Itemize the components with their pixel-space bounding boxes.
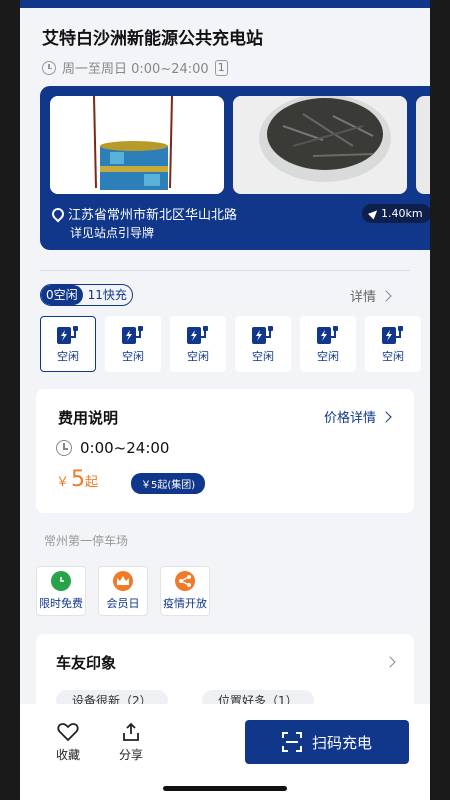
feature-label: 限时免费 xyxy=(39,597,83,610)
charger-item[interactable]: 空闲 xyxy=(170,316,226,372)
app-screen: 艾特白沙洲新能源公共充电站 周一至周日 0:00~24:00 1 江苏省常州市新… xyxy=(20,0,430,800)
clock-icon xyxy=(51,571,71,591)
station-photo[interactable] xyxy=(233,96,407,194)
price-detail-label: 价格详情 xyxy=(324,411,377,426)
charger-item[interactable]: 空闲 xyxy=(105,316,161,372)
charger-icon xyxy=(252,325,273,344)
detail-label: 详情 xyxy=(350,290,377,305)
charger-item[interactable]: 空闲 xyxy=(300,316,356,372)
favorite-button[interactable]: 收藏 xyxy=(56,722,80,763)
feature-tags: 限时免费 会员日 疫情开放 xyxy=(36,566,210,616)
charger-icon xyxy=(187,325,208,344)
feature-epidemic-open[interactable]: 疫情开放 xyxy=(160,566,210,616)
distance-text: 1.40km xyxy=(381,207,423,220)
station-photo[interactable] xyxy=(50,96,224,194)
fee-time: 0:00~24:00 xyxy=(56,439,169,457)
scan-to-charge-button[interactable]: 扫码充电 xyxy=(245,720,409,764)
scan-label: 扫码充电 xyxy=(311,733,372,752)
chevron-right-icon xyxy=(380,289,392,302)
crown-icon xyxy=(113,571,133,591)
feature-label: 疫情开放 xyxy=(163,597,207,610)
charger-item[interactable]: 空闲 xyxy=(365,316,421,372)
charger-icon xyxy=(122,325,143,344)
share-icon xyxy=(175,571,195,591)
heart-icon xyxy=(57,723,79,742)
hours-badge: 1 xyxy=(214,59,228,76)
clock-icon xyxy=(42,60,56,75)
clock-icon xyxy=(56,440,72,456)
parking-lot-name: 常州第一停车场 xyxy=(44,534,129,548)
station-photos-banner[interactable]: 江苏省常州市新北区华山北路 详见站点引导牌 1.40km xyxy=(40,86,430,250)
location-pin-icon xyxy=(49,205,67,222)
address-text: 江苏省常州市新北区华山北路 xyxy=(68,208,238,223)
charger-icon xyxy=(57,325,78,344)
station-title: 艾特白沙洲新能源公共充电站 xyxy=(42,29,263,49)
chevron-right-icon xyxy=(384,656,396,668)
feature-label: 会员日 xyxy=(106,597,140,610)
price-currency: ￥ xyxy=(56,475,70,490)
charger-icon xyxy=(317,325,338,344)
charger-status: 空闲 xyxy=(382,349,404,363)
price-detail-link[interactable]: 价格详情 xyxy=(324,407,392,426)
charger-status: 空闲 xyxy=(57,349,79,363)
fee-title: 费用说明 xyxy=(58,409,119,427)
charger-icon xyxy=(382,325,403,344)
station-photo[interactable] xyxy=(416,96,430,194)
price-unit: 起 xyxy=(85,475,99,490)
hours-text: 周一至周日 0:00~24:00 xyxy=(62,62,209,77)
feature-limited-free[interactable]: 限时免费 xyxy=(36,566,86,616)
share-icon xyxy=(123,722,139,741)
scan-icon xyxy=(281,732,302,752)
opening-hours: 周一至周日 0:00~24:00 1 xyxy=(42,58,228,77)
share-button[interactable]: 分享 xyxy=(119,722,143,763)
chevron-right-icon xyxy=(380,410,392,423)
divider xyxy=(40,270,410,271)
address-guide: 详见站点引导牌 xyxy=(70,226,155,240)
charger-status: 空闲 xyxy=(317,349,339,363)
charger-item[interactable]: 空闲 xyxy=(235,316,291,372)
price: ￥ 5 起 xyxy=(56,467,98,492)
charger-status: 空闲 xyxy=(122,349,144,363)
charger-filter[interactable]: 0空闲 11快充 xyxy=(40,284,133,306)
charger-status: 空闲 xyxy=(187,349,209,363)
share-label: 分享 xyxy=(119,748,144,762)
feature-member-day[interactable]: 会员日 xyxy=(98,566,148,616)
charger-item[interactable]: 空闲 xyxy=(40,316,96,372)
fee-card: 费用说明 价格详情 0:00~24:00 ￥ 5 起 ￥5起(集团) xyxy=(36,389,414,513)
favorite-label: 收藏 xyxy=(56,748,81,762)
filter-fast[interactable]: 11快充 xyxy=(83,285,132,305)
charger-detail-link[interactable]: 详情 xyxy=(350,286,392,305)
impression-title: 车友印象 xyxy=(56,654,117,672)
price-value: 5 xyxy=(71,467,86,492)
station-address: 江苏省常州市新北区华山北路 xyxy=(49,204,238,223)
group-price-badge: ￥5起(集团) xyxy=(131,473,206,494)
header-strip xyxy=(20,0,430,8)
home-indicator xyxy=(163,786,287,791)
navigate-distance-button[interactable]: 1.40km xyxy=(362,204,430,223)
charger-list: 空闲 空闲 空闲 空闲 空闲 空闲 xyxy=(40,316,421,372)
filter-idle[interactable]: 0空闲 xyxy=(41,285,83,305)
charger-status: 空闲 xyxy=(252,349,274,363)
navigation-arrow-icon xyxy=(367,207,381,220)
fee-time-text: 0:00~24:00 xyxy=(80,439,170,457)
